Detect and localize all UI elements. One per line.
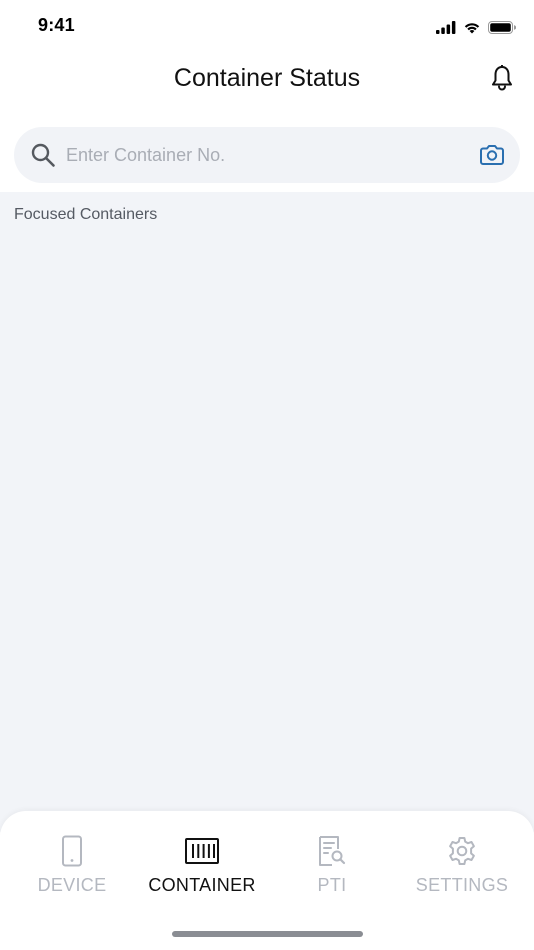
wifi-icon — [463, 21, 481, 34]
screen: 9:41 Container Status Enter Container No… — [0, 0, 534, 950]
page-title: Container Status — [173, 64, 361, 92]
status-time: 9:41 — [38, 15, 75, 35]
battery-icon — [488, 20, 516, 34]
status-icons — [436, 18, 516, 36]
tab-label: DEVICE — [37, 875, 107, 895]
tab-label: PTI — [317, 875, 347, 895]
search-bar — [14, 127, 520, 183]
tab-container[interactable]: CONTAINER — [137, 833, 267, 903]
tab-bar: DEVICE CONTAINER PTI SETTINGS — [0, 811, 534, 950]
container-icon — [184, 833, 220, 869]
status-bar: 9:41 — [0, 0, 534, 52]
bell-icon[interactable] — [491, 64, 513, 96]
search-icon — [30, 142, 56, 168]
section-label: Focused Containers — [14, 206, 158, 223]
cellular-signal-icon — [436, 20, 456, 34]
tab-label: CONTAINER — [148, 875, 256, 895]
tab-device[interactable]: DEVICE — [7, 833, 137, 903]
focused-containers-section: Focused Containers — [0, 192, 534, 832]
notifications-button[interactable] — [484, 62, 520, 98]
tab-label: SETTINGS — [415, 875, 509, 895]
header: Container Status — [0, 52, 534, 108]
container-number-input[interactable] — [66, 135, 466, 175]
document-search-icon — [314, 833, 350, 869]
home-indicator — [172, 931, 363, 937]
camera-icon[interactable] — [478, 141, 506, 169]
tab-pti[interactable]: PTI — [267, 833, 397, 903]
gear-icon — [444, 833, 480, 869]
search-box[interactable] — [14, 127, 520, 183]
tab-settings[interactable]: SETTINGS — [397, 833, 527, 903]
phone-icon — [54, 833, 90, 869]
